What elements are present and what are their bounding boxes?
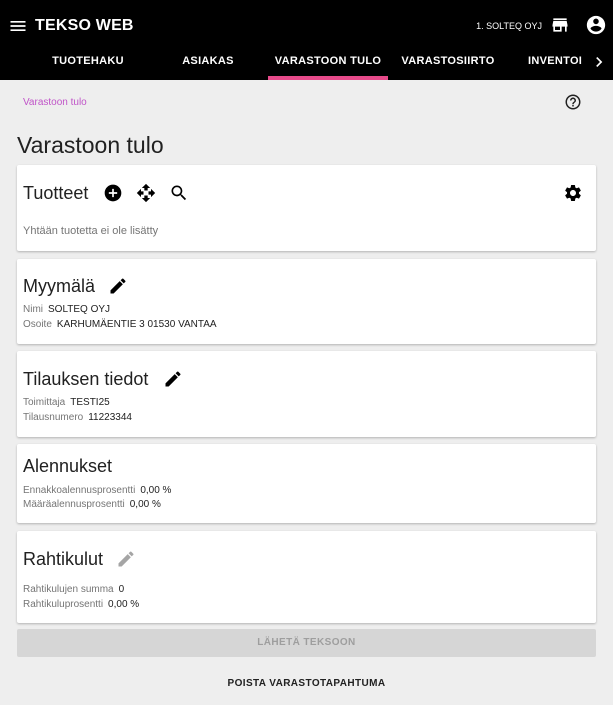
- settings-gear-icon[interactable]: [563, 183, 583, 203]
- freight-sum-label: Rahtikulujen summa: [23, 584, 114, 595]
- tab-asiakas[interactable]: ASIAKAS: [156, 44, 260, 80]
- store-address-label: Osoite: [23, 319, 52, 330]
- supplier-value: TESTI25: [70, 397, 110, 408]
- chevron-right-icon[interactable]: [589, 52, 609, 72]
- help-icon[interactable]: [564, 93, 582, 111]
- tab-varastoon-tulo[interactable]: VARASTOON TULO: [268, 44, 388, 80]
- store-address-value: KARHUMÄENTIE 3 01530 VANTAA: [56, 319, 217, 330]
- supplier-row: Toimittaja TESTI25: [23, 396, 110, 410]
- store-name-row: Nimi SOLTEQ OYJ: [23, 303, 110, 317]
- account-icon[interactable]: [585, 14, 607, 36]
- advance-discount-value: 0,00 %: [140, 485, 172, 496]
- freight-sum-row: Rahtikulujen summa 0: [23, 583, 124, 597]
- quantity-discount-value: 0,00 %: [129, 499, 161, 510]
- store-name-label: Nimi: [23, 304, 43, 315]
- order-title: Tilauksen tiedot: [23, 369, 149, 389]
- freight-percent-label: Rahtikuluprosentti: [23, 599, 104, 610]
- add-product-icon[interactable]: [103, 183, 123, 203]
- search-icon[interactable]: [169, 183, 189, 203]
- freight-percent-row: Rahtikuluprosentti 0,00 %: [23, 598, 139, 612]
- freight-card: Rahtikulut Rahtikulujen summa 0 Rahtikulu…: [17, 531, 596, 623]
- store-address-row: Osoite KARHUMÄENTIE 3 01530 VANTAA: [23, 318, 217, 332]
- store-icon[interactable]: [550, 15, 570, 35]
- send-to-tekso-button[interactable]: LÄHETÄ TEKSOON: [17, 629, 596, 657]
- quantity-discount-row: Määräalennusprosentti 0,00 %: [23, 498, 161, 512]
- store-name-value: SOLTEQ OYJ: [48, 304, 111, 315]
- tab-varastosiirto[interactable]: VARASTOSIIRTO: [396, 44, 500, 80]
- discounts-card: Alennukset Ennakkoalennusprosentti 0,00 %…: [17, 444, 596, 523]
- order-number-value: 11223344: [88, 412, 132, 423]
- advance-discount-label: Ennakkoalennusprosentti: [23, 485, 136, 496]
- organization-label[interactable]: 1. SOLTEQ OYJ: [476, 19, 542, 33]
- app-title: TEKSO WEB: [35, 17, 134, 34]
- discounts-title: Alennukset: [23, 456, 113, 476]
- products-title: Tuotteet: [23, 183, 89, 203]
- advance-discount-row: Ennakkoalennusprosentti 0,00 %: [23, 484, 171, 498]
- edit-store-icon[interactable]: [108, 276, 128, 296]
- freight-title: Rahtikulut: [23, 549, 104, 569]
- breadcrumb[interactable]: Varastoon tulo: [23, 96, 87, 110]
- store-title: Myymälä: [23, 276, 96, 296]
- tab-inventoi[interactable]: INVENTOI: [528, 44, 584, 80]
- move-icon[interactable]: [136, 183, 156, 203]
- menu-icon[interactable]: [8, 16, 28, 36]
- products-card: Tuotteet Yhtään tuotetta ei ole lisätty: [17, 165, 596, 251]
- freight-sum-value: 0: [118, 584, 125, 595]
- edit-freight-icon[interactable]: [116, 549, 136, 569]
- quantity-discount-label: Määräalennusprosentti: [23, 499, 125, 510]
- store-card: Myymälä Nimi SOLTEQ OYJ Osoite KARHUMÄENTI…: [17, 259, 596, 344]
- page-title: Varastoon tulo: [17, 132, 164, 158]
- tab-tuotehaku[interactable]: TUOTEHAKU: [36, 44, 140, 80]
- edit-order-icon[interactable]: [163, 369, 183, 389]
- order-number-row: Tilausnumero 11223344: [23, 411, 132, 425]
- order-number-label: Tilausnumero: [23, 412, 84, 423]
- order-card: Tilauksen tiedot Toimittaja TESTI25 Tilau…: [17, 351, 596, 437]
- supplier-label: Toimittaja: [23, 397, 66, 408]
- delete-stock-event-button[interactable]: POISTA VARASTOTAPAHTUMA: [17, 676, 596, 692]
- tab-bar: TUOTEHAKU ASIAKAS VARASTOON TULO VARASTO…: [0, 44, 613, 80]
- app-bar: TEKSO WEB 1. SOLTEQ OYJ TUOTEHAKU ASIAKA…: [0, 0, 613, 80]
- freight-percent-value: 0,00 %: [108, 599, 140, 610]
- products-empty-text: Yhtään tuotetta ei ole lisätty: [23, 225, 159, 237]
